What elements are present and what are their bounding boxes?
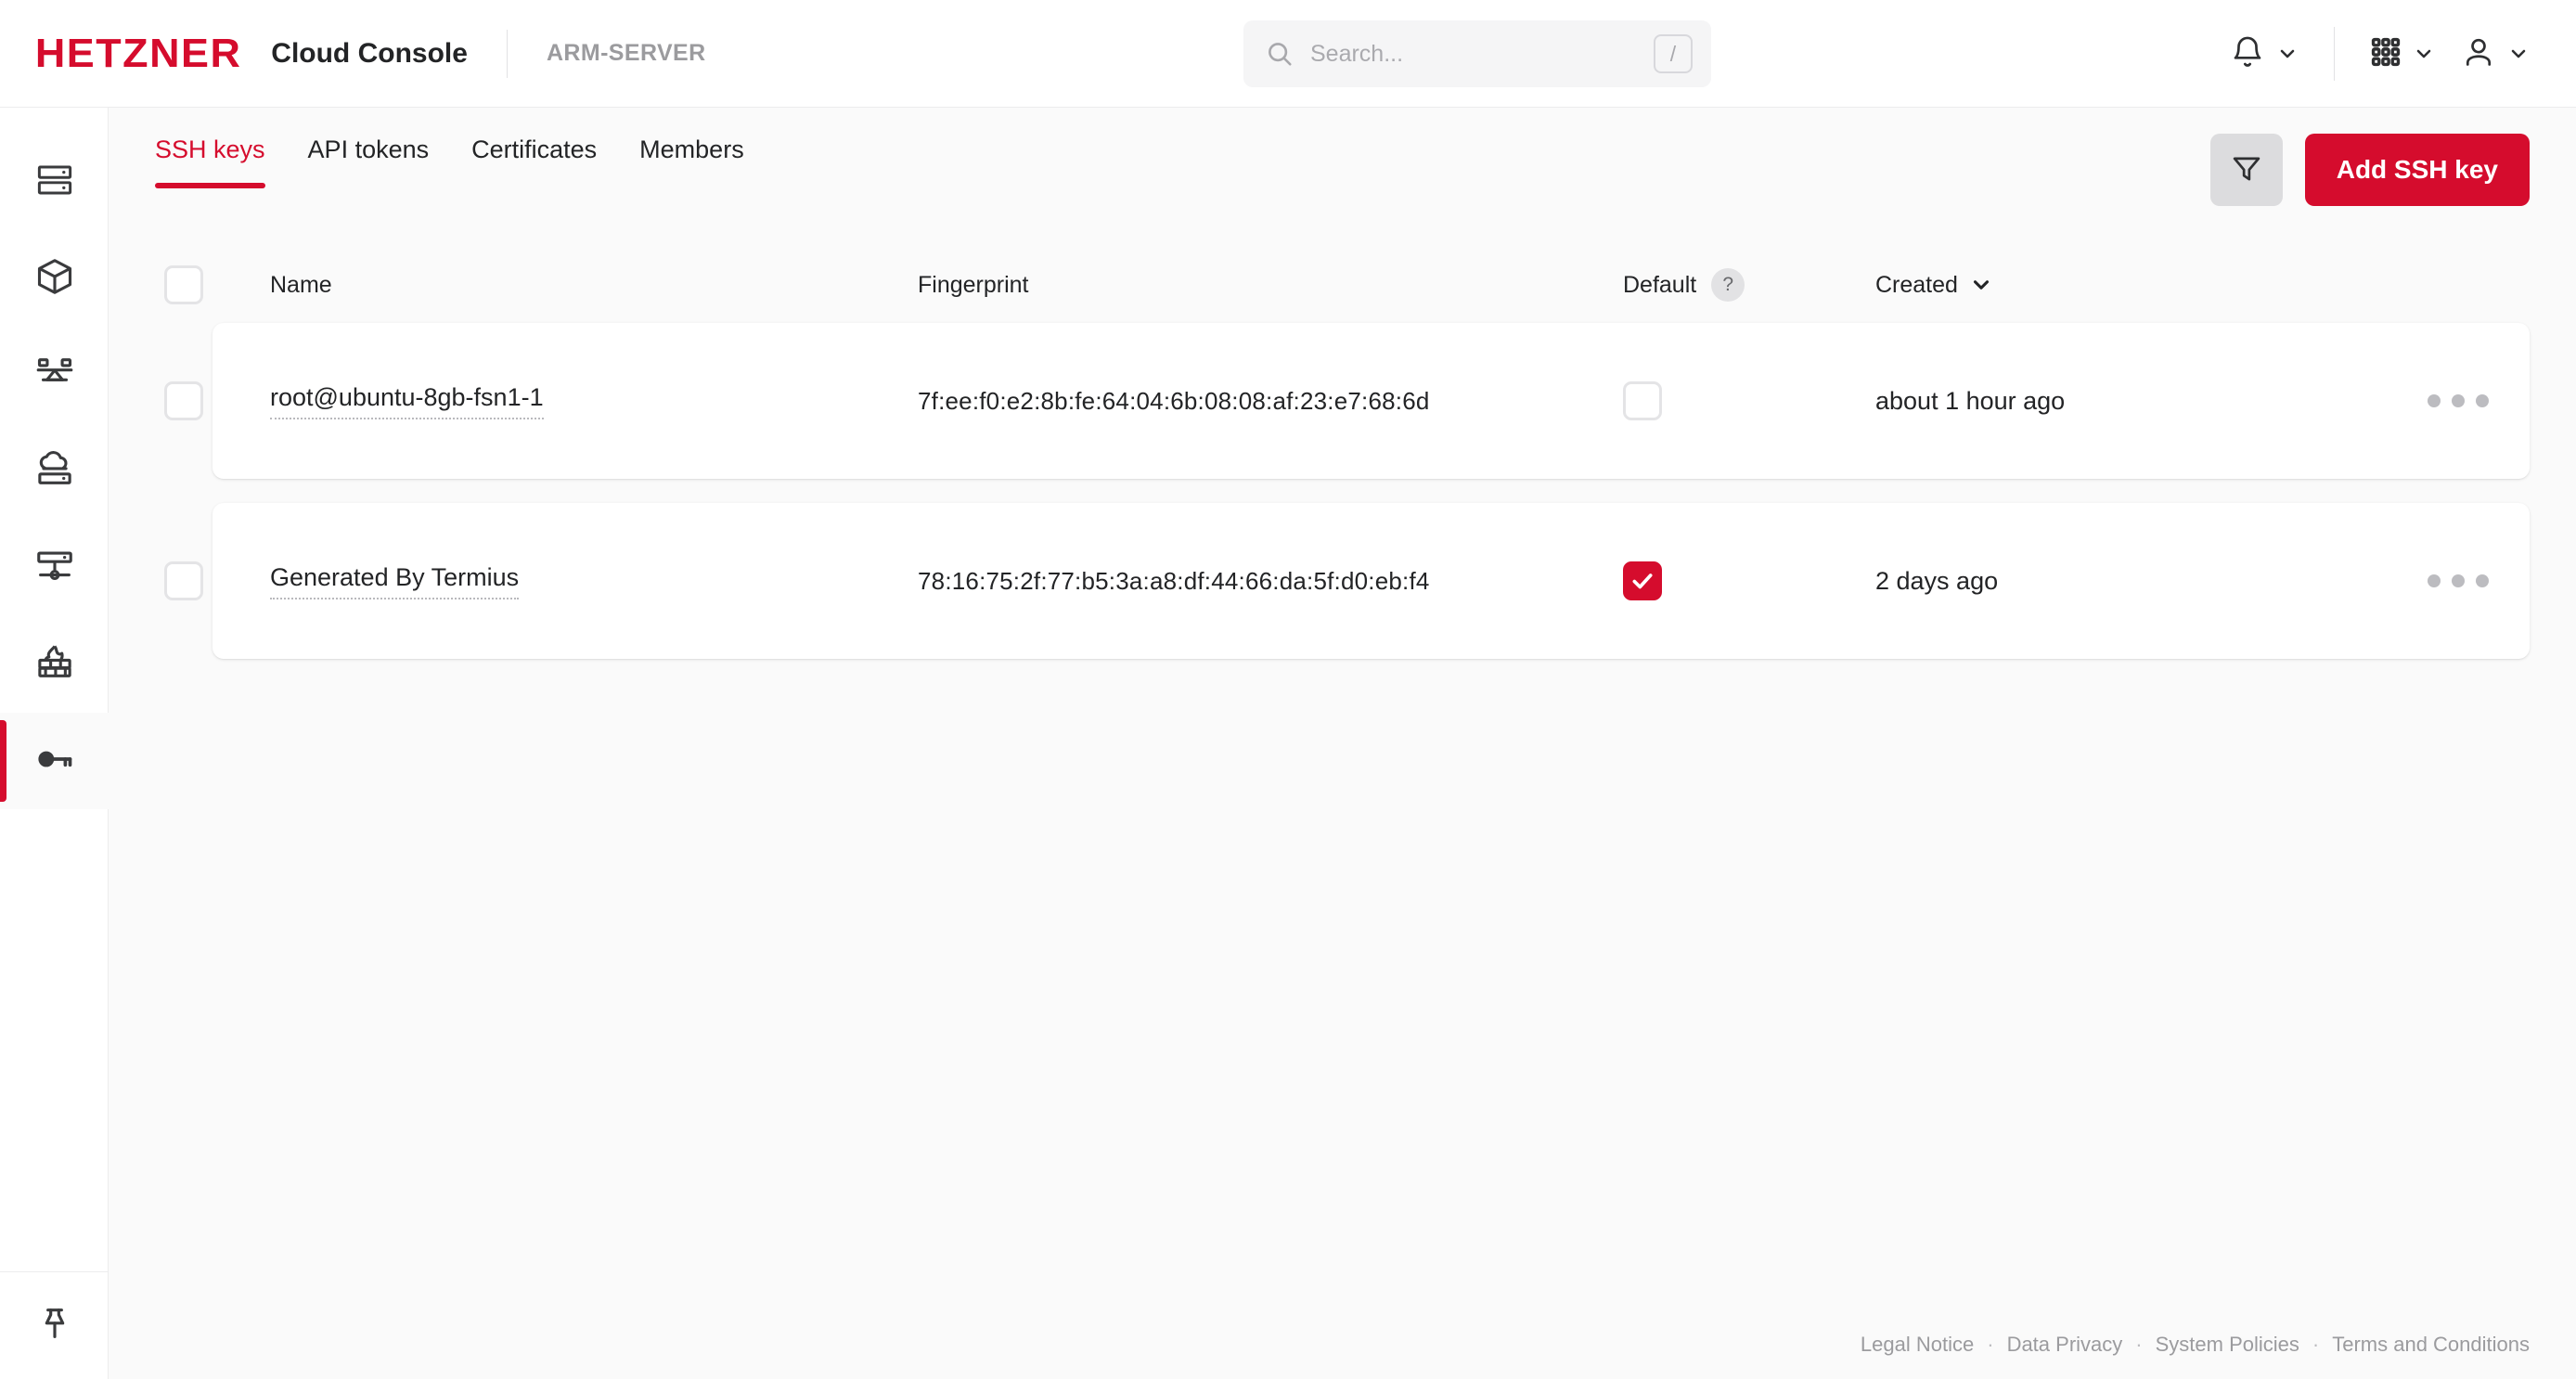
footer-separator: ·: [2312, 1333, 2320, 1356]
tab-api-tokens[interactable]: API tokens: [308, 135, 430, 188]
sidebar-item-networks[interactable]: [0, 520, 109, 616]
footer-link-terms-and-conditions[interactable]: Terms and Conditions: [2332, 1333, 2530, 1357]
select-all-checkbox[interactable]: [164, 265, 203, 304]
footer-separator: ·: [1987, 1333, 1994, 1356]
cloud-server-icon: [34, 449, 75, 495]
column-header-default[interactable]: Default ?: [1623, 268, 1875, 302]
chevron-down-icon: [2413, 43, 2435, 65]
header-actions: [2217, 0, 2543, 108]
ssh-key-name-cell: root@ubuntu-8gb-fsn1-1: [213, 383, 918, 419]
bell-icon: [2230, 34, 2265, 74]
user-icon: [2461, 34, 2496, 74]
chevron-down-icon: [2507, 43, 2530, 65]
sidebar-item-security[interactable]: [0, 713, 109, 809]
ssh-key-name-link[interactable]: Generated By Termius: [270, 563, 520, 599]
footer-link-data-privacy[interactable]: Data Privacy: [2007, 1333, 2123, 1357]
column-header-created-label: Created: [1875, 271, 1958, 298]
row-select-checkbox[interactable]: [164, 381, 203, 420]
account-button[interactable]: [2448, 25, 2543, 84]
ssh-key-created: about 1 hour ago: [1875, 386, 2066, 415]
firewall-icon: [34, 642, 75, 688]
filter-button[interactable]: [2209, 134, 2283, 206]
row-select-cell: [155, 381, 213, 420]
network-icon: [34, 546, 75, 591]
ssh-keys-table: Name Fingerprint Default ? Created root@…: [109, 247, 2576, 659]
default-checkbox[interactable]: [1623, 381, 1662, 420]
server-icon: [35, 161, 74, 204]
row-actions-cell: [2395, 383, 2520, 419]
column-header-default-label: Default: [1623, 271, 1697, 298]
ssh-key-name-link[interactable]: root@ubuntu-8gb-fsn1-1: [270, 383, 544, 419]
ssh-key-fingerprint: 7f:ee:f0:e2:8b:fe:64:04:6b:08:08:af:23:e…: [918, 386, 1430, 415]
pin-icon: [36, 1305, 73, 1347]
row-select-cell: [155, 561, 213, 600]
header-divider: [506, 29, 508, 78]
ssh-key-default-cell: [1623, 381, 1875, 420]
tab-certificates[interactable]: Certificates: [471, 135, 597, 188]
key-icon: [34, 739, 75, 784]
help-icon[interactable]: ?: [1711, 268, 1745, 302]
add-ssh-key-button[interactable]: Add SSH key: [2304, 134, 2530, 206]
chevron-down-icon: [2276, 43, 2299, 65]
ssh-key-card[interactable]: root@ubuntu-8gb-fsn1-1 7f:ee:f0:e2:8b:fe…: [213, 323, 2530, 479]
row-actions-menu-icon[interactable]: [2416, 383, 2500, 419]
page-header: SSH keys API tokens Certificates Members…: [109, 108, 2576, 247]
sidebar-items: [0, 108, 109, 809]
column-header-fingerprint[interactable]: Fingerprint: [918, 272, 1623, 299]
search-icon: [1266, 40, 1294, 68]
load-balancer-icon: [34, 353, 75, 398]
default-checkbox[interactable]: [1623, 561, 1662, 600]
sidebar: [0, 108, 109, 1379]
filter-icon: [2230, 152, 2263, 188]
main-content: SSH keys API tokens Certificates Members…: [109, 108, 2576, 1379]
select-all-cell: [155, 265, 213, 304]
search-box[interactable]: /: [1243, 20, 1711, 87]
project-name[interactable]: ARM-SERVER: [547, 40, 706, 67]
tab-ssh-keys[interactable]: SSH keys: [155, 135, 265, 188]
footer-separator: ·: [2135, 1333, 2143, 1356]
footer-link-system-policies[interactable]: System Policies: [2156, 1333, 2299, 1357]
tab-members[interactable]: Members: [639, 135, 744, 188]
tab-bar: SSH keys API tokens Certificates Members: [155, 135, 787, 188]
notifications-button[interactable]: [2217, 25, 2312, 84]
pin-sidebar-button[interactable]: [0, 1271, 109, 1379]
row-actions-menu-icon[interactable]: [2416, 563, 2500, 599]
header-actions-divider: [2334, 27, 2335, 81]
ssh-key-fingerprint: 78:16:75:2f:77:b5:3a:a8:df:44:66:da:5f:d…: [918, 566, 1430, 595]
ssh-key-created: 2 days ago: [1875, 566, 1999, 595]
search-shortcut-key: /: [1654, 34, 1693, 73]
sidebar-item-firewalls[interactable]: [0, 616, 109, 713]
sidebar-item-volumes[interactable]: [0, 230, 109, 327]
row-select-checkbox[interactable]: [164, 561, 203, 600]
column-header-created[interactable]: Created: [1875, 272, 2395, 299]
ssh-key-name-cell: Generated By Termius: [213, 563, 918, 599]
hetzner-logo[interactable]: HETZNER: [35, 32, 242, 74]
top-header: HETZNER Cloud Console ARM-SERVER /: [0, 0, 2576, 108]
check-icon: [1630, 569, 1655, 593]
sidebar-item-servers[interactable]: [0, 134, 109, 230]
footer: Legal Notice · Data Privacy · System Pol…: [1861, 1333, 2530, 1357]
ssh-key-default-cell: [1623, 561, 1875, 600]
apps-button[interactable]: [2357, 27, 2448, 82]
grid-apps-icon: [2370, 36, 2402, 72]
search-input[interactable]: [1294, 39, 1654, 69]
table-header-row: Name Fingerprint Default ? Created: [155, 247, 2530, 323]
page-actions: Add SSH key: [2209, 134, 2530, 206]
sidebar-item-storage-boxes[interactable]: [0, 423, 109, 520]
console-title: Cloud Console: [271, 37, 468, 69]
ssh-key-card[interactable]: Generated By Termius 78:16:75:2f:77:b5:3…: [213, 503, 2530, 659]
cube-icon: [34, 256, 75, 302]
column-header-name[interactable]: Name: [213, 272, 918, 299]
chevron-down-icon: [1969, 273, 1993, 297]
footer-link-legal-notice[interactable]: Legal Notice: [1861, 1333, 1974, 1357]
table-row: root@ubuntu-8gb-fsn1-1 7f:ee:f0:e2:8b:fe…: [155, 323, 2530, 479]
row-actions-cell: [2395, 563, 2520, 599]
sidebar-item-load-balancers[interactable]: [0, 327, 109, 423]
brand[interactable]: HETZNER Cloud Console: [0, 32, 468, 74]
table-row: Generated By Termius 78:16:75:2f:77:b5:3…: [155, 503, 2530, 659]
